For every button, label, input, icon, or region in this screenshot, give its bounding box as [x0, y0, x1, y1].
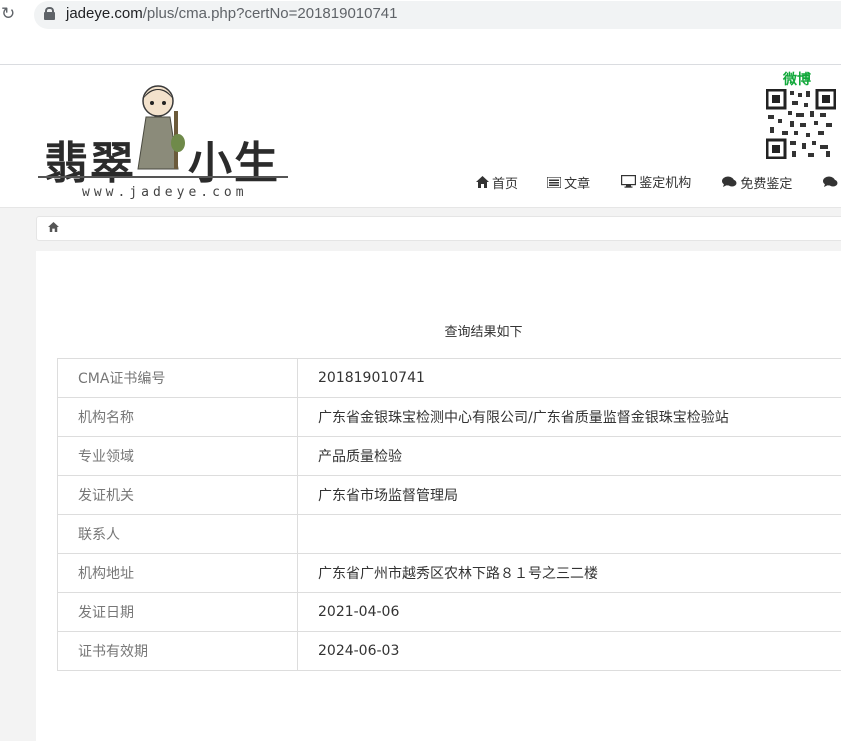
nav-item-free-appraisal-label: 免费鉴定 [740, 173, 792, 192]
row-value [298, 515, 841, 554]
table-row: 机构名称广东省金银珠宝检测中心有限公司/广东省质量监督金银珠宝检验站 [58, 398, 841, 437]
monitor-icon [621, 175, 636, 188]
url-text[interactable]: jadeye.com/plus/cma.php?certNo=201819010… [66, 5, 398, 22]
row-value: 2021-04-06 [298, 593, 841, 632]
url-path: /plus/cma.php?certNo=201819010741 [143, 5, 398, 22]
nav-item-articles[interactable]: 文章 [547, 173, 590, 192]
table-row: 机构地址广东省广州市越秀区农林下路８１号之三二楼 [58, 554, 841, 593]
row-value: 2024-06-03 [298, 632, 841, 671]
main-content: 查询结果如下 CMA证书编号201819010741 机构名称广东省金银珠宝检测… [36, 251, 841, 741]
row-key: 发证日期 [58, 593, 298, 632]
lock-icon[interactable] [44, 7, 53, 19]
row-key: 机构地址 [58, 554, 298, 593]
home-icon [476, 176, 489, 188]
row-key: 证书有效期 [58, 632, 298, 671]
reload-icon[interactable]: ↻ [1, 4, 15, 24]
row-key: 机构名称 [58, 398, 298, 437]
nav-item-home-label: 首页 [492, 173, 518, 192]
weibo-label: 微博 [783, 69, 811, 89]
row-key: 联系人 [58, 515, 298, 554]
qr-code-icon[interactable] [766, 89, 836, 159]
nav-item-home[interactable]: 首页 [476, 173, 518, 192]
url-host: jadeye.com [66, 5, 143, 22]
table-row: 发证日期2021-04-06 [58, 593, 841, 632]
nav-item-more[interactable]: 珠 [823, 173, 841, 192]
nav-item-free-appraisal[interactable]: 免费鉴定 [722, 173, 792, 192]
logo-underline [38, 176, 288, 178]
breadcrumb [36, 216, 841, 241]
comments-icon [823, 176, 838, 188]
row-key: CMA证书编号 [58, 359, 298, 398]
row-value: 201819010741 [298, 359, 841, 398]
table-row: CMA证书编号201819010741 [58, 359, 841, 398]
comments-icon [722, 176, 737, 188]
logo-url: www.jadeye.com [82, 185, 248, 200]
main-nav: 首页 文章 鉴定机构 免费鉴定 珠 [476, 172, 841, 192]
site-logo[interactable]: 翡翠 小生 www.jadeye.com [38, 81, 288, 209]
site-header: 翡翠 小生 www.jadeye.com 微博 [0, 65, 841, 208]
row-value: 广东省广州市越秀区农林下路８１号之三二楼 [298, 554, 841, 593]
row-key: 发证机关 [58, 476, 298, 515]
result-title: 查询结果如下 [36, 321, 841, 340]
table-row: 证书有效期2024-06-03 [58, 632, 841, 671]
table-row: 专业领域产品质量检验 [58, 437, 841, 476]
row-value: 广东省市场监督管理局 [298, 476, 841, 515]
logo-figure-icon [134, 81, 186, 173]
certificate-info-table: CMA证书编号201819010741 机构名称广东省金银珠宝检测中心有限公司/… [57, 358, 841, 671]
table-row: 联系人 [58, 515, 841, 554]
browser-toolbar: ↻ jadeye.com/plus/cma.php?certNo=2018190… [0, 0, 841, 64]
nav-item-institutions[interactable]: 鉴定机构 [621, 172, 691, 191]
row-key: 专业领域 [58, 437, 298, 476]
nav-item-articles-label: 文章 [564, 173, 590, 192]
row-value: 产品质量检验 [298, 437, 841, 476]
home-icon[interactable] [48, 222, 59, 232]
logo-text-left: 翡翠 [44, 127, 136, 191]
list-icon [547, 177, 561, 188]
logo-text-right: 小生 [188, 127, 280, 191]
nav-item-institutions-label: 鉴定机构 [639, 172, 691, 191]
table-row: 发证机关广东省市场监督管理局 [58, 476, 841, 515]
row-value: 广东省金银珠宝检测中心有限公司/广东省质量监督金银珠宝检验站 [298, 398, 841, 437]
